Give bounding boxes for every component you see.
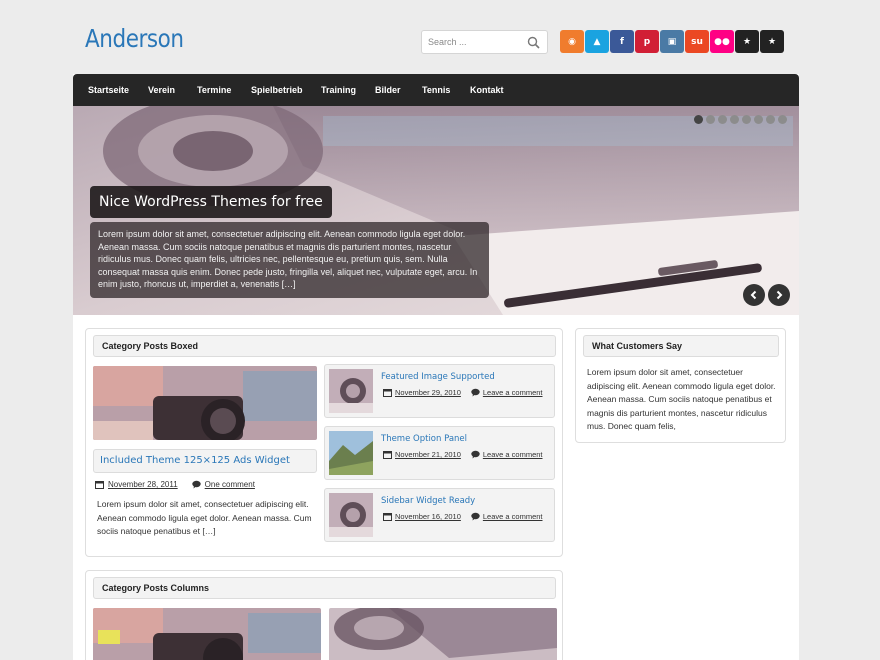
- search-form: [421, 30, 548, 54]
- nav-item-tennis[interactable]: Tennis: [422, 74, 450, 106]
- post-title[interactable]: Theme Option Panel: [381, 434, 467, 444]
- star-icon: ★: [767, 36, 777, 47]
- calendar-icon: [95, 481, 104, 489]
- list-item: Featured Image Supported November 29, 20…: [324, 364, 555, 418]
- calendar-icon: [383, 451, 392, 459]
- list-item: Theme Option Panel November 21, 2010 Lea…: [324, 426, 555, 480]
- post-date[interactable]: November 16, 2010: [395, 512, 461, 521]
- post-date[interactable]: November 29, 2010: [395, 388, 461, 397]
- widget-title: What Customers Say: [583, 335, 779, 357]
- star-icon: ★: [742, 36, 752, 47]
- post-meta: November 29, 2010 Leave a comment: [383, 388, 543, 397]
- slider-dot[interactable]: [778, 115, 787, 124]
- stumbleupon-icon: su: [691, 36, 703, 47]
- post-title[interactable]: Included Theme 125×125 Ads Widget: [93, 449, 317, 473]
- nav-item-kontakt[interactable]: Kontakt: [470, 74, 504, 106]
- instagram-button[interactable]: ▣: [660, 30, 684, 53]
- post-title[interactable]: Featured Image Supported: [381, 372, 495, 382]
- post-thumbnail[interactable]: [93, 366, 317, 440]
- post-meta: November 21, 2010 Leave a comment: [383, 450, 543, 459]
- category-posts-columns: Category Posts Columns: [85, 570, 563, 660]
- search-input[interactable]: [422, 31, 522, 53]
- star-button[interactable]: ★: [760, 30, 784, 53]
- nav-item-startseite[interactable]: Startseite: [88, 74, 129, 106]
- comment-icon: [191, 480, 201, 489]
- nav-item-spielbetrieb[interactable]: Spielbetrieb: [251, 74, 303, 106]
- slider-dot[interactable]: [730, 115, 739, 124]
- slider-dot[interactable]: [766, 115, 775, 124]
- slider-dot[interactable]: [694, 115, 703, 124]
- pinterest-icon: p: [643, 36, 651, 47]
- post-comments-link[interactable]: Leave a comment: [483, 450, 543, 459]
- instagram-icon: ▣: [667, 36, 677, 47]
- twitter-icon: ▲: [593, 36, 601, 47]
- list-item: Sidebar Widget Ready November 16, 2010 L…: [324, 488, 555, 542]
- nav-item-training[interactable]: Training: [321, 74, 356, 106]
- slide-title[interactable]: Nice WordPress Themes for free: [90, 186, 332, 218]
- slider-dot[interactable]: [718, 115, 727, 124]
- flickr-button[interactable]: ●●: [710, 30, 734, 53]
- stumbleupon-button[interactable]: su: [685, 30, 709, 53]
- chevron-right-icon: [776, 290, 783, 300]
- slider-next-button[interactable]: [768, 284, 790, 306]
- calendar-icon: [383, 389, 392, 397]
- widget-title: Category Posts Boxed: [93, 335, 556, 357]
- comment-icon: [471, 388, 480, 397]
- post-meta: November 16, 2010 Leave a comment: [383, 512, 543, 521]
- sidebar-widget: What Customers Say Lorem ipsum dolor sit…: [575, 328, 786, 443]
- featured-slider[interactable]: Nice WordPress Themes for free Lorem ips…: [73, 106, 799, 315]
- slider-dot[interactable]: [742, 115, 751, 124]
- nav-item-termine[interactable]: Termine: [197, 74, 231, 106]
- star-button[interactable]: ★: [735, 30, 759, 53]
- post-meta: November 28, 2011 One comment: [95, 480, 255, 489]
- facebook-icon: f: [620, 36, 624, 47]
- main-navigation: Startseite Verein Termine Spielbetrieb T…: [73, 74, 799, 106]
- comment-icon: [471, 450, 480, 459]
- site-header: Anderson ◉ ▲ f p ▣ su ●● ★ ★: [0, 0, 880, 74]
- post-thumbnail[interactable]: [329, 369, 373, 413]
- facebook-button[interactable]: f: [610, 30, 634, 53]
- post-comments-link[interactable]: One comment: [205, 480, 255, 489]
- slide-excerpt: Lorem ipsum dolor sit amet, consectetuer…: [90, 222, 489, 298]
- slider-dot[interactable]: [754, 115, 763, 124]
- post-thumbnail[interactable]: [329, 608, 557, 660]
- post-date[interactable]: November 28, 2011: [108, 480, 178, 489]
- rss-button[interactable]: ◉: [560, 30, 584, 53]
- site-title[interactable]: Anderson: [85, 24, 184, 53]
- calendar-icon: [383, 513, 392, 521]
- post-comments-link[interactable]: Leave a comment: [483, 388, 543, 397]
- slider-prev-button[interactable]: [743, 284, 765, 306]
- slider-dot[interactable]: [706, 115, 715, 124]
- post-comments-link[interactable]: Leave a comment: [483, 512, 543, 521]
- post-date[interactable]: November 21, 2010: [395, 450, 461, 459]
- post-title[interactable]: Sidebar Widget Ready: [381, 496, 475, 506]
- chevron-left-icon: [750, 290, 757, 300]
- slider-pagination: [694, 115, 787, 124]
- post-thumbnail[interactable]: [93, 608, 321, 660]
- search-icon[interactable]: [527, 36, 540, 49]
- page-container: Startseite Verein Termine Spielbetrieb T…: [73, 74, 799, 660]
- widget-title: Category Posts Columns: [93, 577, 556, 599]
- twitter-button[interactable]: ▲: [585, 30, 609, 53]
- post-thumbnail[interactable]: [329, 431, 373, 475]
- widget-text: Lorem ipsum dolor sit amet, consectetuer…: [587, 367, 776, 431]
- nav-item-bilder[interactable]: Bilder: [375, 74, 401, 106]
- flickr-icon: ●●: [714, 36, 730, 47]
- pinterest-button[interactable]: p: [635, 30, 659, 53]
- rss-icon: ◉: [568, 36, 576, 47]
- post-excerpt: Lorem ipsum dolor sit amet, consectetuer…: [97, 499, 312, 536]
- social-icons: ◉ ▲ f p ▣ su ●● ★ ★: [560, 30, 784, 53]
- nav-item-verein[interactable]: Verein: [148, 74, 175, 106]
- post-thumbnail[interactable]: [329, 493, 373, 537]
- comment-icon: [471, 512, 480, 521]
